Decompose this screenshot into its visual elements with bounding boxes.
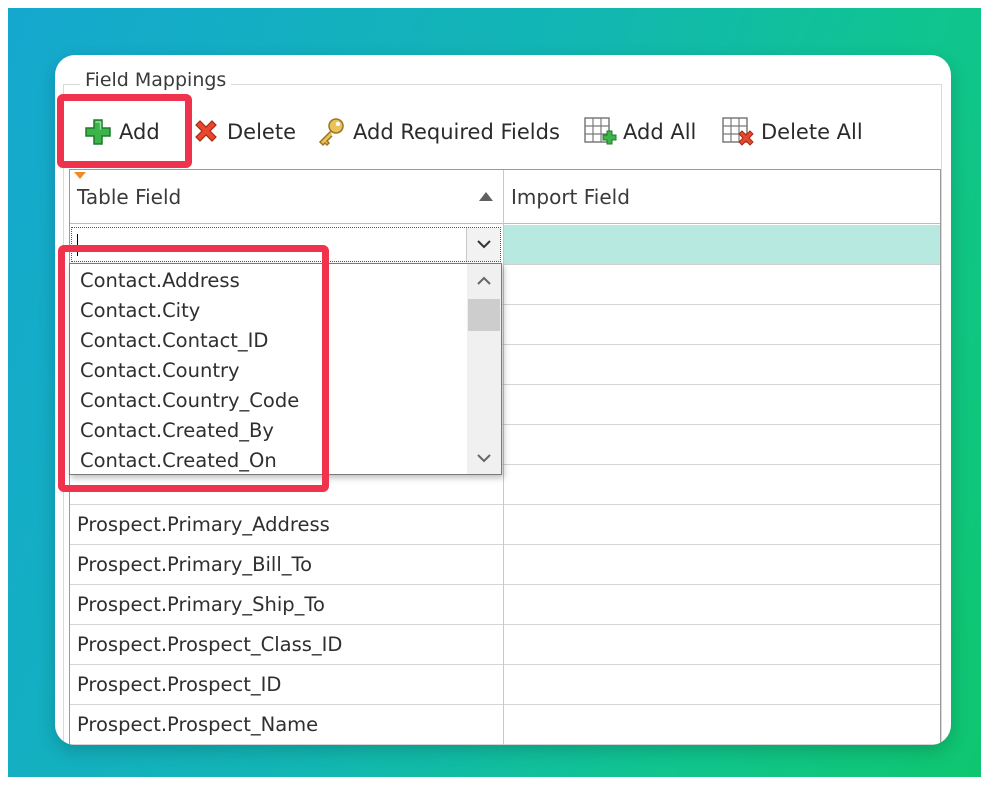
table-field-cell[interactable]: Prospect.Prospect_Class_ID: [70, 625, 503, 664]
import-field-cell[interactable]: [504, 425, 940, 464]
dropdown-option[interactable]: Contact.Created_By: [80, 416, 274, 446]
editing-row: [70, 225, 940, 265]
import-field-cell[interactable]: [504, 265, 940, 304]
toolbar: Add Delete Add Required Fields Add All D…: [69, 110, 929, 154]
column-divider: [503, 170, 504, 745]
delete-button[interactable]: Delete: [191, 110, 296, 154]
dropdown-toggle-button[interactable]: [466, 228, 500, 261]
table-field-combobox[interactable]: [71, 227, 501, 262]
x-icon: [191, 117, 221, 147]
import-field-cell[interactable]: [504, 705, 940, 744]
import-field-cell[interactable]: [504, 625, 940, 664]
add-button-label: Add: [119, 120, 160, 144]
key-icon: [315, 116, 347, 148]
delete-button-label: Delete: [227, 120, 296, 144]
dropdown-option[interactable]: Contact.Created_On: [80, 446, 277, 476]
import-field-cell[interactable]: [504, 585, 940, 624]
table-add-icon: [583, 115, 617, 149]
import-field-cell[interactable]: [504, 385, 940, 424]
add-required-fields-label: Add Required Fields: [353, 120, 560, 144]
dropdown-scrollbar[interactable]: [467, 264, 501, 474]
dropdown-option[interactable]: Contact.City: [80, 296, 200, 326]
column-header-table-field[interactable]: Table Field: [70, 170, 503, 224]
chevron-down-icon: [476, 240, 491, 249]
chevron-down-icon: [477, 453, 491, 462]
scroll-down-button[interactable]: [467, 446, 501, 470]
import-field-cell[interactable]: [504, 345, 940, 384]
delete-all-label: Delete All: [761, 120, 863, 144]
table-field-cell[interactable]: Prospect.Prospect_Name: [70, 705, 503, 744]
add-all-label: Add All: [623, 120, 697, 144]
scroll-up-button[interactable]: [467, 268, 501, 292]
sort-ascending-icon: [479, 192, 493, 201]
dropdown-option[interactable]: Contact.Contact_ID: [80, 326, 268, 356]
scrollbar-thumb[interactable]: [468, 299, 500, 331]
table-row[interactable]: Prospect.Primary_Address: [70, 505, 940, 545]
table-row[interactable]: Prospect.Prospect_ID: [70, 665, 940, 705]
dropdown-option[interactable]: Contact.Address: [80, 266, 240, 296]
chevron-up-icon: [477, 276, 491, 285]
table-row[interactable]: Prospect.Prospect_Name: [70, 705, 940, 745]
table-field-cell[interactable]: Prospect.Primary_Bill_To: [70, 545, 503, 584]
table-field-cell[interactable]: Prospect.Prospect_ID: [70, 665, 503, 704]
plus-icon: [83, 117, 113, 147]
filter-corner-icon: [74, 172, 86, 179]
dropdown-option[interactable]: Contact.Country_Code: [80, 386, 299, 416]
table-field-dropdown-list[interactable]: Contact.Address Contact.City Contact.Conta…: [69, 263, 502, 475]
text-caret: [77, 234, 78, 256]
add-required-fields-button[interactable]: Add Required Fields: [315, 110, 560, 154]
dropdown-option[interactable]: Contact.Country: [80, 356, 240, 386]
import-field-cell[interactable]: [504, 465, 940, 504]
import-field-cell[interactable]: [504, 505, 940, 544]
import-field-cell[interactable]: [504, 225, 940, 265]
add-button[interactable]: Add: [83, 110, 160, 154]
import-field-cell[interactable]: [504, 305, 940, 344]
import-field-cell[interactable]: [504, 665, 940, 704]
table-row[interactable]: Prospect.Prospect_Class_ID: [70, 625, 940, 665]
column-header-label: Table Field: [77, 184, 182, 209]
group-title: Field Mappings: [80, 68, 232, 92]
add-all-button[interactable]: Add All: [583, 110, 696, 154]
import-field-cell[interactable]: [504, 545, 940, 584]
table-field-cell[interactable]: Prospect.Primary_Ship_To: [70, 585, 503, 624]
column-header-import-field[interactable]: Import Field: [504, 170, 940, 224]
column-header-label: Import Field: [511, 184, 630, 209]
table-row[interactable]: Prospect.Primary_Ship_To: [70, 585, 940, 625]
table-row[interactable]: Prospect.Primary_Bill_To: [70, 545, 940, 585]
table-delete-icon: [721, 115, 755, 149]
delete-all-button[interactable]: Delete All: [721, 110, 863, 154]
table-field-cell[interactable]: Prospect.Primary_Address: [70, 505, 503, 544]
